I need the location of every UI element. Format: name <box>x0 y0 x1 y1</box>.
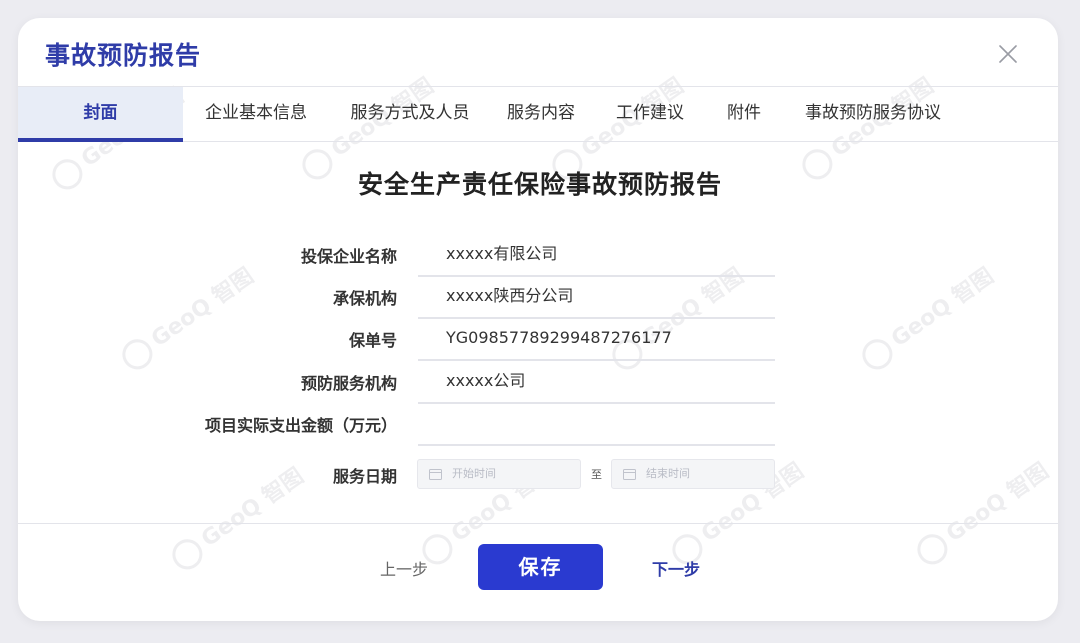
close-icon[interactable] <box>998 44 1018 64</box>
end-date-input[interactable]: 结束时间 <box>611 459 775 489</box>
tab-company-info[interactable]: 企业基本信息 <box>183 87 329 142</box>
calendar-icon <box>623 468 636 480</box>
prev-step-button[interactable]: 上一步 <box>380 556 428 580</box>
field-label: 项目实际支出金额（万元） <box>204 416 397 435</box>
underwriter-field[interactable]: xxxxx陕西分公司 <box>418 279 775 319</box>
form-row-insured-company: 投保企业名称 xxxxx有限公司 <box>0 237 1080 279</box>
tab-service-agreement[interactable]: 事故预防服务协议 <box>790 87 956 142</box>
next-step-button[interactable]: 下一步 <box>652 556 700 580</box>
dialog-title: 事故预防报告 <box>45 41 202 70</box>
date-separator: 至 <box>591 468 602 481</box>
form-row-service-date: 服务日期 开始时间 至 结束时间 <box>0 459 1080 501</box>
tab-service-method[interactable]: 服务方式及人员 <box>329 87 491 142</box>
form-title: 安全生产责任保险事故预防报告 <box>357 170 722 199</box>
form-row-actual-expense: 项目实际支出金额（万元） <box>0 406 1080 448</box>
tab-work-suggestions[interactable]: 工作建议 <box>598 87 702 142</box>
start-date-placeholder: 开始时间 <box>452 467 496 480</box>
field-label: 承保机构 <box>332 289 397 308</box>
form-row-prevention-agency: 预防服务机构 xxxxx公司 <box>0 364 1080 406</box>
prevention-agency-field[interactable]: xxxxx公司 <box>418 364 775 404</box>
tab-service-content[interactable]: 服务内容 <box>491 87 591 142</box>
insured-company-field[interactable]: xxxxx有限公司 <box>418 237 775 277</box>
start-date-input[interactable]: 开始时间 <box>417 459 581 489</box>
footer-divider <box>18 523 1058 524</box>
end-date-placeholder: 结束时间 <box>646 467 690 480</box>
save-button[interactable]: 保存 <box>478 544 603 590</box>
dialog-header: 事故预防报告 <box>18 18 1058 86</box>
form-row-underwriter: 承保机构 xxxxx陕西分公司 <box>0 279 1080 321</box>
calendar-icon <box>429 468 442 480</box>
tab-cover[interactable]: 封面 <box>18 87 183 142</box>
form-row-policy-number: 保单号 YG09857789299487276177 <box>0 321 1080 363</box>
field-label: 预防服务机构 <box>300 374 397 393</box>
actual-expense-field[interactable] <box>418 406 775 446</box>
field-label: 保单号 <box>348 331 397 350</box>
tab-attachments[interactable]: 附件 <box>710 87 778 142</box>
field-label: 服务日期 <box>332 467 397 486</box>
field-label: 投保企业名称 <box>300 247 397 266</box>
policy-number-field[interactable]: YG09857789299487276177 <box>418 321 775 361</box>
tab-bar: 封面 企业基本信息 服务方式及人员 服务内容 工作建议 附件 事故预防服务协议 <box>18 86 1058 142</box>
